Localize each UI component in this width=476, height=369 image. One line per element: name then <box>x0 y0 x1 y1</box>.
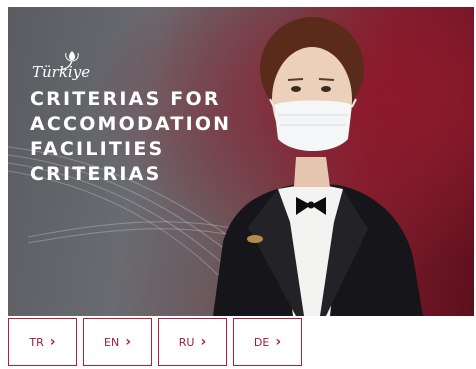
language-selector: TR › EN › RU › DE › <box>8 318 302 366</box>
headline-line-4: CRITERIAS <box>30 163 162 185</box>
language-code: RU <box>178 335 195 349</box>
language-button-ru[interactable]: RU › <box>158 318 227 366</box>
headline-line-3: FACILITIES <box>30 138 165 160</box>
person-illustration <box>213 17 423 316</box>
chevron-right-icon: › <box>49 334 56 350</box>
chevron-right-icon: › <box>275 334 282 350</box>
language-code: TR <box>29 335 44 349</box>
chevron-right-icon: › <box>200 334 207 350</box>
turkiye-logo: Türkiye <box>32 51 90 81</box>
language-button-tr[interactable]: TR › <box>8 318 77 366</box>
language-code: EN <box>104 335 120 349</box>
headline-line-1: CRITERIAS FOR <box>30 88 221 110</box>
hero-banner: Türkiye CRITERIAS FOR ACCOMODATION FACIL… <box>8 7 474 316</box>
headline-line-2: ACCOMODATION <box>30 113 232 135</box>
language-button-de[interactable]: DE › <box>233 318 302 366</box>
language-button-en[interactable]: EN › <box>83 318 152 366</box>
language-code: DE <box>253 335 270 349</box>
chevron-right-icon: › <box>125 334 131 350</box>
page-title: CRITERIAS FOR ACCOMODATION FACILITIES CR… <box>30 87 231 187</box>
brand-wordmark: Türkiye <box>32 63 90 81</box>
